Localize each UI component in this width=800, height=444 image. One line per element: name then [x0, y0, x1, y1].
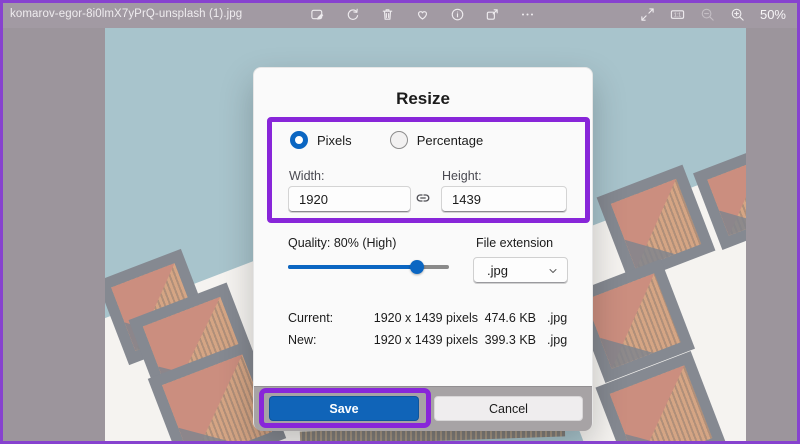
height-label: Height:: [442, 169, 482, 183]
pixels-radio-label[interactable]: Pixels: [317, 133, 352, 148]
zoom-level-label[interactable]: 50%: [760, 7, 786, 22]
file-extension-value: .jpg: [487, 263, 508, 278]
svg-text:1:1: 1:1: [674, 12, 681, 18]
width-input[interactable]: [288, 186, 411, 213]
actual-size-icon[interactable]: 1:1: [670, 7, 685, 22]
more-options-icon[interactable]: [520, 7, 535, 22]
balcony-cube: [128, 282, 263, 414]
balcony-cube: [595, 351, 727, 441]
quality-slider-fill: [288, 265, 417, 269]
cancel-button[interactable]: Cancel: [434, 396, 583, 421]
delete-icon[interactable]: [380, 7, 395, 22]
percentage-radio[interactable]: [389, 131, 408, 149]
summary-ext: .jpg: [547, 333, 568, 347]
file-extension-label: File extension: [476, 236, 554, 250]
quality-slider-thumb[interactable]: [409, 260, 424, 274]
summary-row-new: New: 1920 x 1439 pixels 399.3 KB .jpg: [254, 333, 592, 349]
chevron-down-icon: [549, 268, 557, 273]
filename-label: komarov-egor-8i0lmX7yPrQ-unsplash (1).jp…: [10, 8, 243, 20]
summary-name: Current:: [288, 311, 334, 325]
height-input[interactable]: [441, 186, 567, 213]
share-icon[interactable]: [485, 7, 500, 22]
resize-mode-group: Pixels Percentage: [290, 131, 483, 149]
rotate-icon[interactable]: [345, 7, 360, 22]
quality-label: Quality: 80% (High): [288, 236, 397, 250]
toolbar-right-group: 1:1 50%: [640, 0, 786, 28]
resize-dialog: Resize Pixels Percentage Width: Height: …: [253, 67, 593, 431]
toolbar-center-group: [310, 0, 535, 28]
balcony-cube: [693, 144, 746, 250]
file-extension-dropdown[interactable]: .jpg: [473, 257, 568, 284]
summary-size: 399.3 KB: [484, 333, 536, 347]
zoom-out-icon[interactable]: [700, 7, 715, 22]
percentage-radio-label[interactable]: Percentage: [417, 133, 484, 148]
summary-row-current: Current: 1920 x 1439 pixels 474.6 KB .jp…: [254, 311, 592, 327]
aspect-ratio-link-icon[interactable]: [415, 191, 431, 207]
dialog-title: Resize: [396, 89, 450, 108]
balcony-cube: [596, 164, 716, 284]
photos-app-window: komarov-egor-8i0lmX7yPrQ-unsplash (1).jp…: [0, 0, 800, 444]
pixels-radio[interactable]: [290, 131, 308, 149]
info-icon[interactable]: [450, 7, 465, 22]
balcony-cube: [105, 248, 214, 366]
favorite-heart-icon[interactable]: [415, 7, 430, 22]
toolbar: komarov-egor-8i0lmX7yPrQ-unsplash (1).jp…: [0, 0, 800, 28]
summary-dimensions: 1920 x 1439 pixels: [373, 333, 478, 347]
width-label: Width:: [289, 169, 325, 183]
zoom-in-icon[interactable]: [730, 7, 745, 22]
fullscreen-icon[interactable]: [640, 7, 655, 22]
summary-size: 474.6 KB: [484, 311, 536, 325]
save-button[interactable]: Save: [269, 396, 419, 421]
edit-image-icon[interactable]: [310, 7, 325, 22]
summary-name: New:: [288, 333, 317, 347]
summary-dimensions: 1920 x 1439 pixels: [373, 311, 478, 325]
quality-slider[interactable]: [288, 260, 449, 274]
summary-ext: .jpg: [547, 311, 568, 325]
